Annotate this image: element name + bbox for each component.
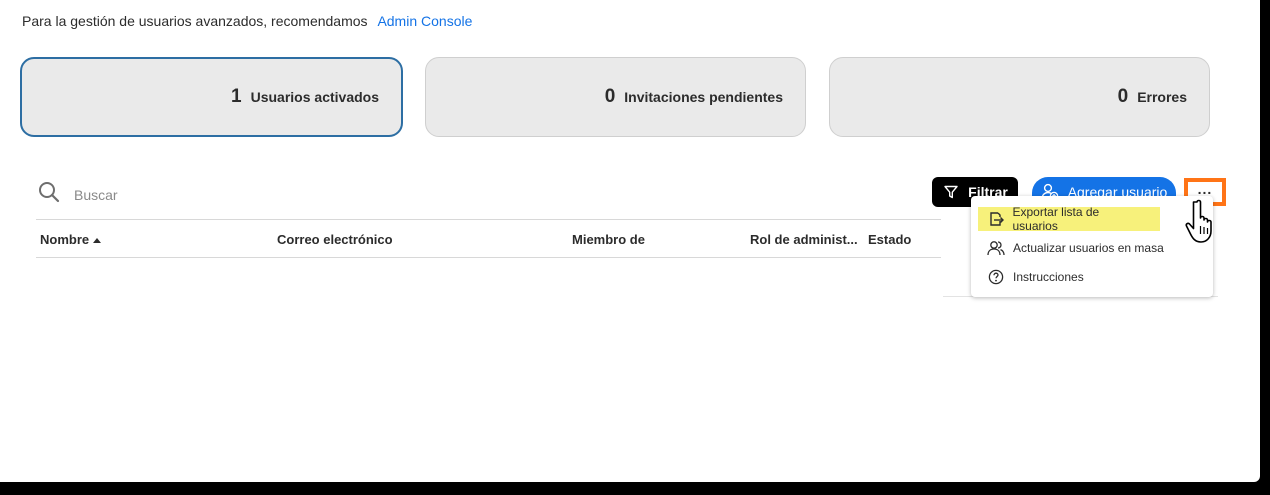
card-label: Usuarios activados bbox=[250, 89, 379, 105]
more-actions-menu: Exportar lista de usuarios Actualizar us… bbox=[971, 196, 1213, 297]
filter-icon bbox=[944, 185, 958, 199]
menu-item-label: Exportar lista de usuarios bbox=[1012, 205, 1100, 233]
table-header: Nombre Correo electrónico Miembro de Rol… bbox=[36, 220, 941, 258]
intro-message: Para la gestión de usuarios avanzados, r… bbox=[22, 13, 368, 29]
search-bar bbox=[38, 181, 374, 208]
card-count: 0 bbox=[604, 86, 616, 107]
search-input[interactable] bbox=[74, 186, 374, 203]
menu-item-export-users[interactable]: Exportar lista de usuarios bbox=[978, 205, 1160, 233]
intro-text: Para la gestión de usuarios avanzados, r… bbox=[22, 13, 472, 29]
card-active-users[interactable]: 1 Usuarios activados bbox=[20, 57, 403, 137]
column-header-status[interactable]: Estado bbox=[868, 232, 911, 247]
users-page: Para la gestión de usuarios avanzados, r… bbox=[0, 0, 1260, 482]
card-count: 0 bbox=[1117, 86, 1129, 107]
card-errors[interactable]: 0 Errores bbox=[829, 57, 1210, 137]
admin-console-link[interactable]: Admin Console bbox=[377, 13, 472, 29]
card-count: 1 bbox=[231, 86, 242, 107]
more-icon: ... bbox=[1197, 181, 1213, 197]
column-header-admin-role[interactable]: Rol de administ... bbox=[750, 232, 858, 247]
column-header-name[interactable]: Nombre bbox=[40, 232, 102, 247]
users-icon bbox=[987, 239, 1005, 257]
export-icon bbox=[987, 210, 1004, 228]
card-pending-invitations[interactable]: 0 Invitaciones pendientes bbox=[425, 57, 806, 137]
menu-item-bulk-update-users[interactable]: Actualizar usuarios en masa bbox=[987, 236, 1164, 260]
card-label: Invitaciones pendientes bbox=[624, 89, 783, 105]
column-header-email[interactable]: Correo electrónico bbox=[277, 232, 393, 247]
menu-item-instructions[interactable]: Instrucciones bbox=[987, 265, 1084, 289]
hand-pointer-icon bbox=[1180, 198, 1228, 251]
column-header-member-of[interactable]: Miembro de bbox=[572, 232, 645, 247]
help-icon bbox=[987, 268, 1005, 286]
sort-ascending-icon bbox=[93, 238, 102, 244]
search-icon bbox=[38, 181, 60, 208]
card-label: Errores bbox=[1137, 89, 1187, 105]
menu-item-label: Actualizar usuarios en masa bbox=[1013, 241, 1164, 255]
menu-item-label: Instrucciones bbox=[1013, 270, 1084, 284]
column-label: Nombre bbox=[40, 232, 90, 247]
